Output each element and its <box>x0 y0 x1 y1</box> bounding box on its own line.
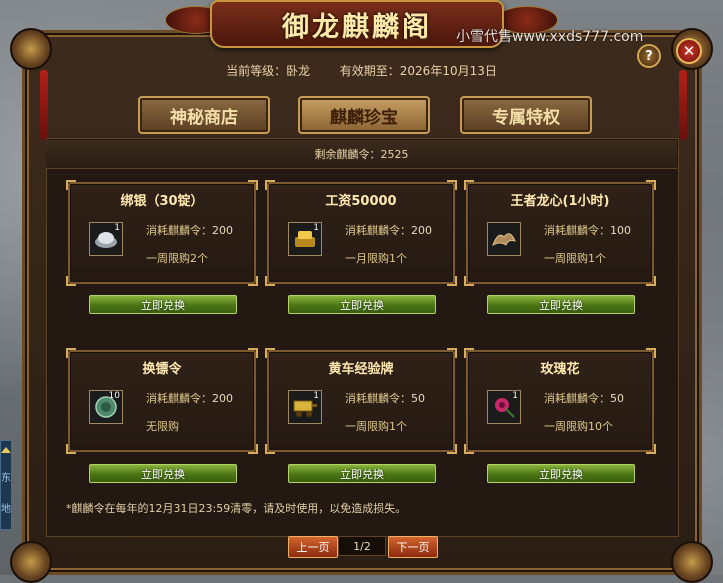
silver-ingot-icon[interactable]: 1 <box>89 222 123 256</box>
item-name: 王者龙心(1小时) <box>510 194 610 209</box>
exchange-button[interactable]: 立即兑换 <box>89 295 237 314</box>
expand-arrow-icon[interactable] <box>1 447 11 453</box>
item-cost: 消耗麒麟令：50 <box>544 392 624 405</box>
item-cost: 消耗麒麟令：50 <box>345 392 425 405</box>
exchange-button[interactable]: 立即兑换 <box>89 464 237 483</box>
current-level: 当前等级：卧龙 <box>226 64 311 78</box>
item-quantity: 1 <box>512 391 518 401</box>
item-name: 绑银（30锭） <box>120 194 204 209</box>
rose-icon[interactable]: 1 <box>487 390 521 424</box>
item-limit: 无限购 <box>146 420 179 433</box>
prev-page-button[interactable]: 上一页 <box>288 536 338 558</box>
item-quantity: 1 <box>313 391 319 401</box>
corner-ornament-icon <box>671 541 713 583</box>
item-name: 工资50000 <box>325 194 397 209</box>
item-quantity: 1 <box>313 223 319 233</box>
expiry-date: 有效期至：2026年10月13日 <box>339 64 497 78</box>
corner-ornament-icon <box>10 541 52 583</box>
tab-exclusive-privileges[interactable]: 专属特权 <box>460 96 592 134</box>
item-cost: 消耗麒麟令：200 <box>345 224 432 237</box>
red-tassel-icon <box>679 70 687 140</box>
item-card: 王者龙心(1小时) 消耗麒麟令：100 一周限购1个 <box>464 180 656 286</box>
item-card: 黄车经验牌 1 消耗麒麟令：50 一周限购1个 <box>265 348 457 454</box>
item-quantity: 10 <box>108 391 120 401</box>
item-limit: 一月限购1个 <box>345 252 407 265</box>
exchange-button[interactable]: 立即兑换 <box>288 295 436 314</box>
item-name: 玫瑰花 <box>540 362 580 377</box>
exchange-button[interactable]: 立即兑换 <box>487 464 635 483</box>
yellow-cart-icon[interactable]: 1 <box>288 390 322 424</box>
remaining-tokens: 剩余麒麟令：2525 <box>46 140 677 169</box>
red-tassel-icon <box>40 70 48 140</box>
item-quantity: 1 <box>114 223 120 233</box>
item-limit: 一周限购1个 <box>345 420 407 433</box>
item-card: 工资50000 1 消耗麒麟令：200 一月限购1个 <box>265 180 457 286</box>
item-card: 换镖令 10 消耗麒麟令：200 无限购 <box>66 348 258 454</box>
dragon-heart-icon[interactable] <box>487 222 521 256</box>
page-indicator: 1/2 <box>338 536 386 556</box>
close-button[interactable]: ✕ <box>676 38 702 64</box>
side-tab-char-2: 地 <box>1 504 11 515</box>
watermark-text: 小雪代售www.xxds777.com <box>456 29 644 45</box>
gold-ingot-icon[interactable]: 1 <box>288 222 322 256</box>
item-card: 玫瑰花 1 消耗麒麟令：50 一周限购10个 <box>464 348 656 454</box>
escort-token-icon[interactable]: 10 <box>89 390 123 424</box>
item-name: 换镖令 <box>142 362 182 377</box>
tab-mystery-shop[interactable]: 神秘商店 <box>138 96 270 134</box>
side-tab-char-1: 东 <box>1 473 11 484</box>
tab-qilin-treasure[interactable]: 麒麟珍宝 <box>298 96 430 134</box>
item-cost: 消耗麒麟令：200 <box>146 224 233 237</box>
status-info: 当前等级：卧龙 有效期至：2026年10月13日 <box>0 62 723 79</box>
item-name: 黄车经验牌 <box>328 362 394 377</box>
reset-notice: *麒麟令在每年的12月31日23:59清零，请及时使用，以免造成损失。 <box>66 502 407 515</box>
next-page-button[interactable]: 下一页 <box>388 536 438 558</box>
exchange-button[interactable]: 立即兑换 <box>288 464 436 483</box>
item-limit: 一周限购10个 <box>544 420 613 433</box>
item-limit: 一周限购2个 <box>146 252 208 265</box>
item-card: 绑银（30锭） 1 消耗麒麟令：200 一周限购2个 <box>66 180 258 286</box>
item-cost: 消耗麒麟令：200 <box>146 392 233 405</box>
item-limit: 一周限购1个 <box>544 252 606 265</box>
window-title: 御龙麒麟阁 <box>282 11 432 43</box>
exchange-button[interactable]: 立即兑换 <box>487 295 635 314</box>
item-cost: 消耗麒麟令：100 <box>544 224 631 237</box>
side-panel-tab[interactable]: 东 地 <box>0 440 12 530</box>
